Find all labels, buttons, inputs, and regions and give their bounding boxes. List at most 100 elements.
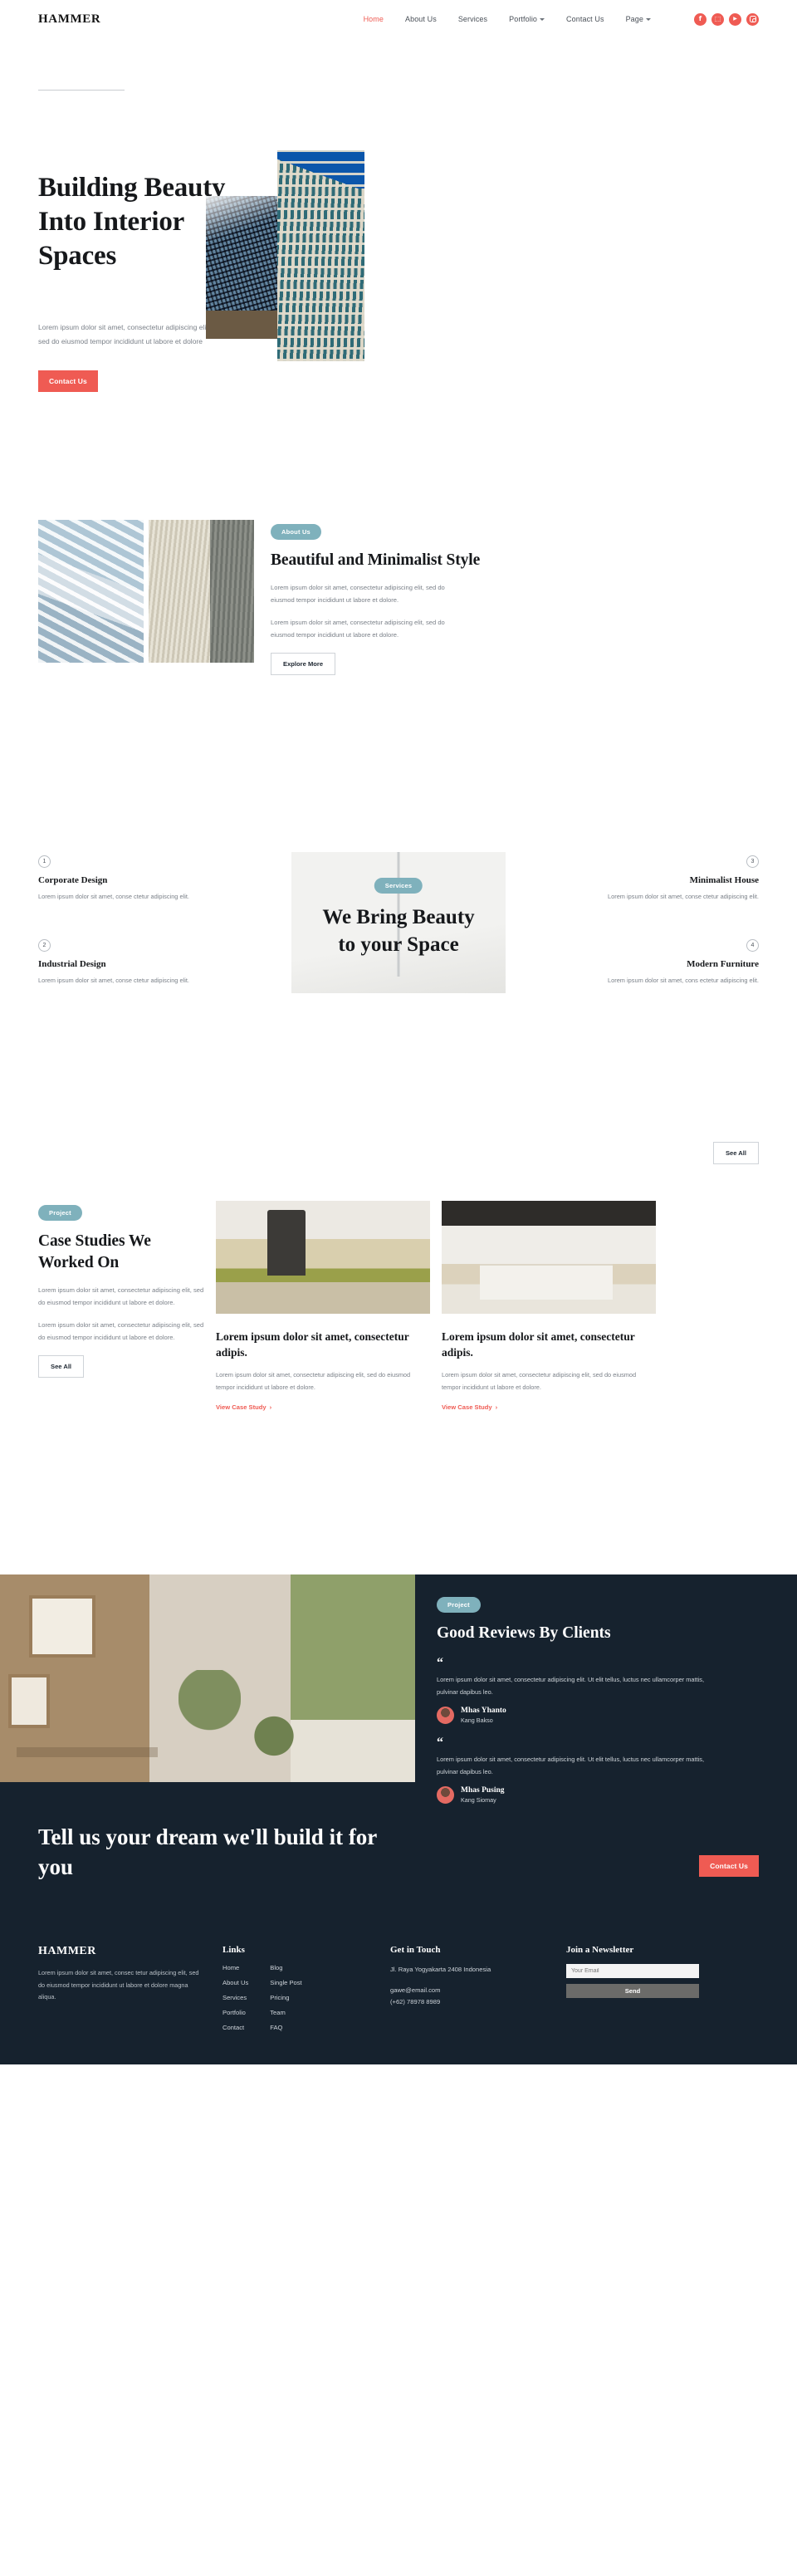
review-author-role-2: Kang Siomay — [461, 1796, 496, 1804]
footer-link-home[interactable]: Home — [222, 1964, 248, 1971]
service-item-modern-furniture[interactable]: 4 Modern Furniture Lorem ipsum dolor sit… — [586, 936, 759, 987]
hero-image-office-facade — [277, 150, 364, 361]
reviews-image-frame-large — [29, 1595, 95, 1658]
facebook-icon[interactable]: f — [694, 12, 707, 26]
quote-icon: “ — [437, 1656, 443, 1670]
nav-item-portfolio[interactable]: Portfolio — [509, 15, 545, 23]
footer-link-portfolio[interactable]: Portfolio — [222, 2009, 248, 2016]
case-studies-section: Project Case Studies We Worked On Lorem … — [0, 1201, 797, 1574]
services-section: Services We Bring Beauty to your Space 1… — [0, 852, 797, 1201]
footer-contact-heading: Get in Touch — [390, 1945, 441, 1955]
footer-email[interactable]: gawe@email.com — [390, 1985, 548, 1996]
service-item-industrial-design[interactable]: 2 Industrial Design Lorem ipsum dolor si… — [38, 936, 211, 987]
about-image-facade — [149, 520, 254, 663]
nav-item-page[interactable]: Page — [626, 15, 651, 23]
services-pill-badge: Services — [374, 878, 423, 894]
chevron-down-icon — [540, 18, 545, 21]
case-study-card-1[interactable]: Lorem ipsum dolor sit amet, consectetur … — [216, 1201, 430, 1574]
brand-logo[interactable]: HAMMER — [38, 12, 100, 27]
explore-more-button[interactable]: Explore More — [271, 653, 336, 675]
service-number-2: 2 — [38, 939, 51, 952]
services-see-all-button[interactable]: See All — [712, 1142, 759, 1164]
avatar — [437, 1707, 454, 1724]
footer-link-services[interactable]: Services — [222, 1994, 248, 2001]
about-pill-badge: About Us — [271, 524, 321, 540]
service-title-4: Modern Furniture — [687, 959, 759, 969]
case-study-desc-1: Lorem ipsum dolor sit amet, consectetur … — [216, 1371, 411, 1391]
reviews-image-plant-small — [253, 1716, 295, 1774]
review-quote-1: Lorem ipsum dolor sit amet, consectetur … — [437, 1676, 705, 1696]
service-desc-3: Lorem ipsum dolor sit amet, conse ctetur… — [608, 893, 759, 900]
footer-link-single-post[interactable]: Single Post — [270, 1979, 301, 1986]
service-number-3: 3 — [746, 855, 759, 868]
reviews-heading: Good Reviews By Clients — [437, 1624, 611, 1642]
review-author-2: Mhas Pusing Kang Siomay — [437, 1786, 759, 1804]
about-section: About Us Beautiful and Minimalist Style … — [0, 520, 797, 852]
case-study-image-2 — [442, 1201, 656, 1314]
case-study-title-1: Lorem ipsum dolor sit amet, consectetur … — [216, 1330, 409, 1359]
services-headline: We Bring Beauty to your Space — [322, 904, 474, 958]
service-item-corporate-design[interactable]: 1 Corporate Design Lorem ipsum dolor sit… — [38, 852, 211, 903]
newsletter-email-input[interactable] — [566, 1964, 699, 1978]
reviews-section: Project Good Reviews By Clients “ Lorem … — [0, 1574, 797, 1804]
service-item-minimalist-house[interactable]: 3 Minimalist House Lorem ipsum dolor sit… — [586, 852, 759, 903]
chevron-down-icon — [646, 18, 651, 21]
footer-link-blog[interactable]: Blog — [270, 1964, 301, 1971]
footer-links-col-1: Home About Us Services Portfolio Contact — [222, 1964, 248, 2031]
footer-link-faq[interactable]: FAQ — [270, 2024, 301, 2031]
chevron-right-icon: › — [269, 1403, 272, 1411]
social-links: f ⬚ ▶ — [694, 12, 759, 26]
about-image-skylight — [38, 520, 144, 663]
avatar — [437, 1786, 454, 1804]
service-title-3: Minimalist House — [689, 875, 759, 885]
footer-link-contact[interactable]: Contact — [222, 2024, 248, 2031]
service-title-1: Corporate Design — [38, 875, 108, 885]
chevron-right-icon: › — [495, 1403, 498, 1411]
footer-phone[interactable]: (+62) 78978 8989 — [390, 1996, 548, 2008]
instagram-icon[interactable] — [746, 12, 759, 26]
case-study-desc-2: Lorem ipsum dolor sit amet, consectetur … — [442, 1371, 637, 1391]
footer-link-about-us[interactable]: About Us — [222, 1979, 248, 1986]
case-studies-paragraph-2: Lorem ipsum dolor sit amet, consectetur … — [38, 1321, 204, 1341]
footer-link-pricing[interactable]: Pricing — [270, 1994, 301, 2001]
footer: HAMMER Lorem ipsum dolor sit amet, conse… — [0, 1925, 797, 2064]
case-study-title-2: Lorem ipsum dolor sit amet, consectetur … — [442, 1330, 635, 1359]
hero-image-glass-tower — [206, 196, 284, 339]
view-case-study-link-1[interactable]: View Case Study › — [216, 1403, 271, 1411]
nav-item-services[interactable]: Services — [458, 15, 487, 23]
case-studies-pill-badge: Project — [38, 1205, 82, 1221]
review-author-name-1: Mhas Yhanto — [461, 1707, 506, 1715]
review-item-1: “ Lorem ipsum dolor sit amet, consectetu… — [437, 1656, 759, 1724]
case-studies-paragraph-1: Lorem ipsum dolor sit amet, consectetur … — [38, 1286, 204, 1306]
view-case-study-link-2[interactable]: View Case Study › — [442, 1403, 497, 1411]
footer-logo[interactable]: HAMMER — [38, 1945, 204, 1958]
case-studies-see-all-button[interactable]: See All — [38, 1355, 85, 1378]
footer-link-team[interactable]: Team — [270, 2009, 301, 2016]
hero-contact-us-button[interactable]: Contact Us — [38, 370, 98, 392]
nav-item-contact-us-label: Contact Us — [566, 15, 604, 23]
reviews-image-window — [291, 1574, 415, 1782]
cta-heading: Tell us your dream we'll build it for yo… — [38, 1824, 377, 1879]
nav-item-home[interactable]: Home — [364, 15, 384, 23]
case-study-image-1 — [216, 1201, 430, 1314]
cta-contact-us-button[interactable]: Contact Us — [699, 1855, 759, 1877]
about-text-block: About Us Beautiful and Minimalist Style … — [259, 520, 759, 675]
service-title-2: Industrial Design — [38, 959, 106, 969]
review-author-role-1: Kang Bakso — [461, 1717, 493, 1724]
twitter-icon[interactable]: ⬚ — [711, 12, 724, 26]
footer-links-grid: Home About Us Services Portfolio Contact… — [222, 1964, 372, 2031]
reviews-image-console-table — [17, 1746, 158, 1757]
youtube-icon[interactable]: ▶ — [729, 12, 741, 26]
service-desc-4: Lorem ipsum dolor sit amet, cons ectetur… — [608, 977, 759, 984]
case-study-card-2[interactable]: Lorem ipsum dolor sit amet, consectetur … — [442, 1201, 656, 1574]
nav-item-contact-us[interactable]: Contact Us — [566, 15, 604, 23]
about-heading: Beautiful and Minimalist Style — [271, 551, 481, 569]
nav-item-about-us[interactable]: About Us — [405, 15, 437, 23]
service-desc-1: Lorem ipsum dolor sit amet, conse ctetur… — [38, 893, 189, 900]
footer-links-col-2: Blog Single Post Pricing Team FAQ — [270, 1964, 301, 2031]
footer-links-heading: Links — [222, 1945, 245, 1955]
case-studies-heading: Case Studies We Worked On — [38, 1232, 151, 1271]
nav-item-about-us-label: About Us — [404, 15, 437, 23]
nav-links: Home About Us Services Portfolio Contact… — [364, 12, 759, 26]
newsletter-send-button[interactable]: Send — [566, 1984, 699, 1998]
